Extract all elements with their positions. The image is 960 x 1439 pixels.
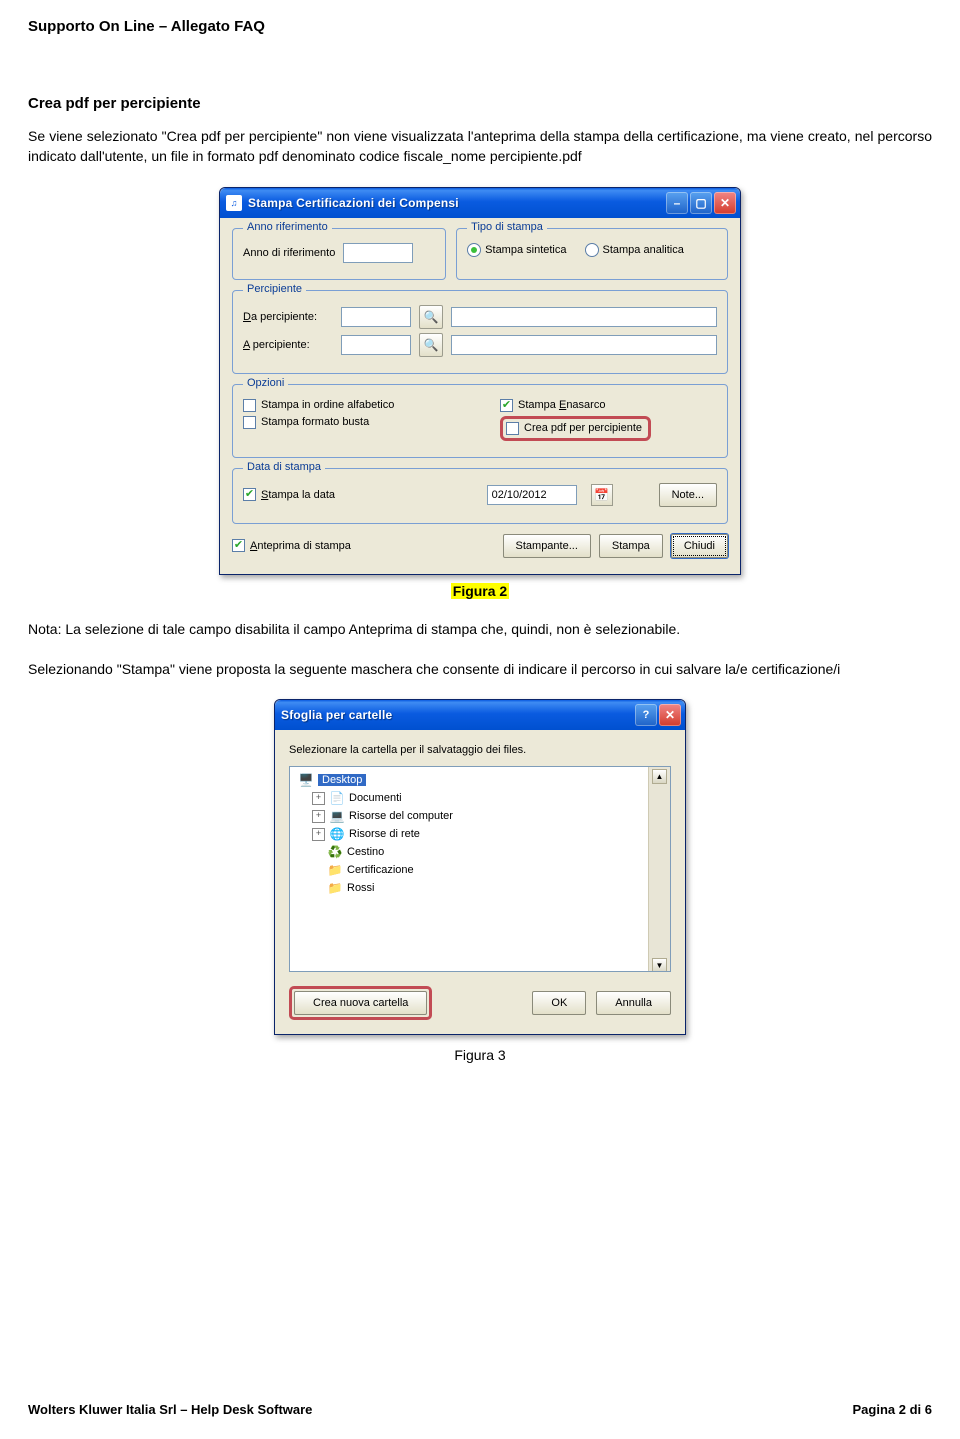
checkbox-crea-pdf-percipiente-label: Crea pdf per percipiente [524,422,642,434]
checkbox-formato-busta[interactable]: Stampa formato busta [243,416,369,429]
tree-node-risorse-computer-label: Risorse del computer [349,810,453,822]
instruction-text: Selezionare la cartella per il salvatagg… [275,730,685,756]
window-title: Stampa Certificazioni dei Compensi [248,196,660,210]
checkbox-formato-busta-label: Stampa formato busta [261,416,369,428]
tree-node-cestino-label: Cestino [347,846,384,858]
minimize-icon[interactable]: – [666,192,688,214]
tree-node-desktop-label: Desktop [318,774,366,786]
group-anno-riferimento: Anno riferimento [243,221,332,233]
input-a-percipiente-code[interactable] [341,335,411,355]
window-title: Sfoglia per cartelle [281,708,629,722]
note-button[interactable]: Note... [659,483,717,507]
label-a-percipiente: A percipiente: [243,339,333,351]
titlebar: ♫ Stampa Certificazioni dei Compensi – ▢… [220,188,740,218]
close-icon[interactable]: ✕ [714,192,736,214]
calendar-icon[interactable]: 📅 [591,484,613,506]
tree-node-risorse-rete-label: Risorse di rete [349,828,420,840]
tree-node-documenti-label: Documenti [349,792,402,804]
group-tipo-stampa: Tipo di stampa [467,221,547,233]
group-opzioni: Opzioni [243,377,288,389]
callout-crea-pdf: Crea pdf per percipiente [500,416,651,441]
help-icon[interactable]: ? [635,704,657,726]
checkbox-anteprima-stampa-label: Anteprima di stampa [250,540,351,552]
checkbox-stampa-la-data-label: Stampa la data [261,489,335,501]
lookup-da-percipiente-icon[interactable]: 🔍 [419,305,443,329]
maximize-icon[interactable]: ▢ [690,192,712,214]
radio-stampa-analitica-label: Stampa analitica [603,244,684,256]
group-data-stampa: Data di stampa [243,461,325,473]
tree-node-documenti[interactable]: +📄Documenti [294,789,670,807]
label-da-percipiente: Da percipiente: [243,311,333,323]
input-da-percipiente-desc[interactable] [451,307,717,327]
ok-button[interactable]: OK [532,991,586,1015]
stampante-button[interactable]: Stampante... [503,534,591,558]
folder-tree[interactable]: 🖥️Desktop +📄Documenti +💻Risorse del comp… [289,766,671,972]
radio-stampa-analitica[interactable]: Stampa analitica [585,243,684,257]
scroll-down-icon[interactable]: ▼ [652,958,667,972]
footer-left: Wolters Kluwer Italia Srl – Help Desk So… [28,1402,312,1417]
selezionando-paragraph: Selezionando "Stampa" viene proposta la … [28,659,932,679]
stampa-certificazioni-dialog: ♫ Stampa Certificazioni dei Compensi – ▢… [219,187,741,575]
section-title: Crea pdf per percipiente [28,95,932,112]
group-percipiente: Percipiente [243,283,306,295]
tree-node-rossi-label: Rossi [347,882,375,894]
page-header: Supporto On Line – Allegato FAQ [28,18,932,35]
tree-node-risorse-computer[interactable]: +💻Risorse del computer [294,807,670,825]
figure3-caption: Figura 3 [28,1047,932,1063]
input-a-percipiente-desc[interactable] [451,335,717,355]
checkbox-stampa-enasarco-label: Stampa Enasarco [518,399,605,411]
scroll-up-icon[interactable]: ▲ [652,769,667,784]
scrollbar[interactable]: ▲ ▼ [648,767,670,972]
tree-node-certificazione[interactable]: 📁Certificazione [294,861,670,879]
radio-stampa-sintetica[interactable]: Stampa sintetica [467,243,566,257]
checkbox-anteprima-stampa[interactable]: ✔Anteprima di stampa [232,539,351,552]
input-anno-riferimento[interactable] [343,243,413,263]
tree-node-certificazione-label: Certificazione [347,864,414,876]
label-anno-riferimento: Anno di riferimento [243,247,335,259]
figure2-caption: Figura 2 [28,583,932,599]
checkbox-ordine-alfabetico[interactable]: Stampa in ordine alfabetico [243,399,394,412]
nota-paragraph: Nota: La selezione di tale campo disabil… [28,619,932,639]
callout-crea-nuova-cartella: Crea nuova cartella [289,986,432,1020]
tree-node-risorse-rete[interactable]: +🌐Risorse di rete [294,825,670,843]
input-da-percipiente-code[interactable] [341,307,411,327]
checkbox-stampa-la-data[interactable]: ✔Stampa la data [243,488,335,501]
chiudi-button[interactable]: Chiudi [671,534,728,558]
checkbox-stampa-enasarco[interactable]: ✔Stampa Enasarco [500,399,605,412]
intro-paragraph: Se viene selezionato "Crea pdf per perci… [28,126,932,167]
footer-right: Pagina 2 di 6 [853,1402,932,1417]
lookup-a-percipiente-icon[interactable]: 🔍 [419,333,443,357]
app-icon: ♫ [226,195,242,211]
input-data-stampa[interactable] [487,485,577,505]
tree-node-desktop[interactable]: 🖥️Desktop [294,771,670,789]
radio-stampa-sintetica-label: Stampa sintetica [485,244,566,256]
annulla-button[interactable]: Annulla [596,991,671,1015]
sfoglia-cartelle-dialog: Sfoglia per cartelle ? ✕ Selezionare la … [274,699,686,1035]
stampa-button[interactable]: Stampa [599,534,663,558]
tree-node-cestino[interactable]: ♻️Cestino [294,843,670,861]
crea-nuova-cartella-button[interactable]: Crea nuova cartella [294,991,427,1015]
checkbox-ordine-alfabetico-label: Stampa in ordine alfabetico [261,399,394,411]
checkbox-crea-pdf-percipiente[interactable]: Crea pdf per percipiente [506,422,642,435]
tree-node-rossi[interactable]: 📁Rossi [294,879,670,897]
close-icon[interactable]: ✕ [659,704,681,726]
titlebar: Sfoglia per cartelle ? ✕ [275,700,685,730]
